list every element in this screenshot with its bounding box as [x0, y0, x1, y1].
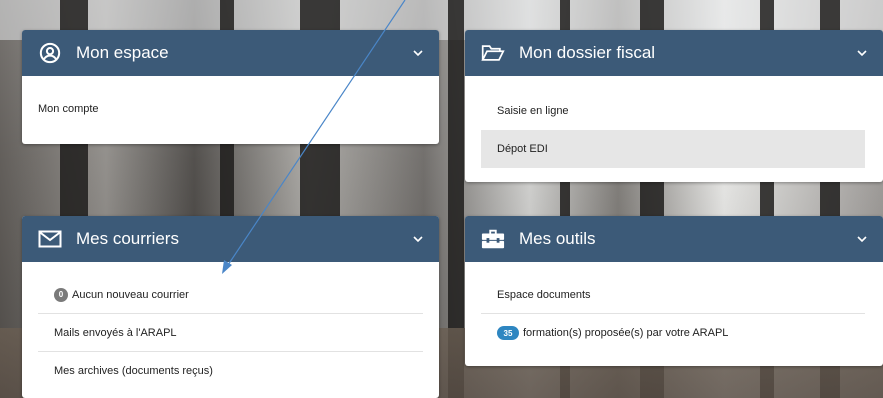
- user-circle-icon: [38, 41, 62, 65]
- mes-outils-header[interactable]: Mes outils: [465, 216, 883, 262]
- mon-dossier-fiscal-title: Mon dossier fiscal: [519, 43, 656, 62]
- toolbox-icon: [481, 227, 505, 251]
- espace-documents-link[interactable]: Espace documents: [481, 276, 865, 314]
- mes-courriers-title: Mes courriers: [76, 229, 179, 248]
- mails-envoyes-link[interactable]: Mails envoyés à l'ARAPL: [38, 314, 423, 352]
- formations-link[interactable]: 35 formation(s) proposée(s) par votre AR…: [481, 314, 867, 352]
- chevron-down-icon[interactable]: [411, 46, 425, 60]
- mon-espace-title: Mon espace: [76, 43, 169, 62]
- envelope-icon: [38, 227, 62, 251]
- unread-count-badge: 0: [54, 287, 68, 302]
- formations-count-badge: 35: [497, 326, 519, 340]
- mon-compte-link[interactable]: Mon compte: [38, 76, 423, 142]
- aucun-nouveau-courrier-item[interactable]: 0 Aucun nouveau courrier: [38, 276, 423, 314]
- saisie-en-ligne-link[interactable]: Saisie en ligne: [465, 92, 883, 130]
- chevron-down-icon[interactable]: [411, 232, 425, 246]
- mes-outils-panel: Mes outils Espace documents 35 formation…: [465, 216, 883, 366]
- folder-open-icon: [481, 41, 505, 65]
- mon-espace-header[interactable]: Mon espace: [22, 30, 439, 76]
- formations-label: formation(s) proposée(s) par votre ARAPL: [523, 327, 729, 339]
- mon-dossier-fiscal-panel: Mon dossier fiscal Saisie en ligne Dépot…: [465, 30, 883, 182]
- chevron-down-icon[interactable]: [855, 232, 869, 246]
- mes-archives-link[interactable]: Mes archives (documents reçus): [38, 352, 423, 390]
- depot-edi-link[interactable]: Dépot EDI: [481, 130, 865, 168]
- mes-courriers-panel: Mes courriers 0 Aucun nouveau courrier M…: [22, 216, 439, 398]
- aucun-nouveau-courrier-label: Aucun nouveau courrier: [72, 288, 189, 301]
- mes-courriers-header[interactable]: Mes courriers: [22, 216, 439, 262]
- mon-espace-panel: Mon espace Mon compte: [22, 30, 439, 144]
- mon-dossier-fiscal-header[interactable]: Mon dossier fiscal: [465, 30, 883, 76]
- chevron-down-icon[interactable]: [855, 46, 869, 60]
- mes-outils-title: Mes outils: [519, 229, 596, 248]
